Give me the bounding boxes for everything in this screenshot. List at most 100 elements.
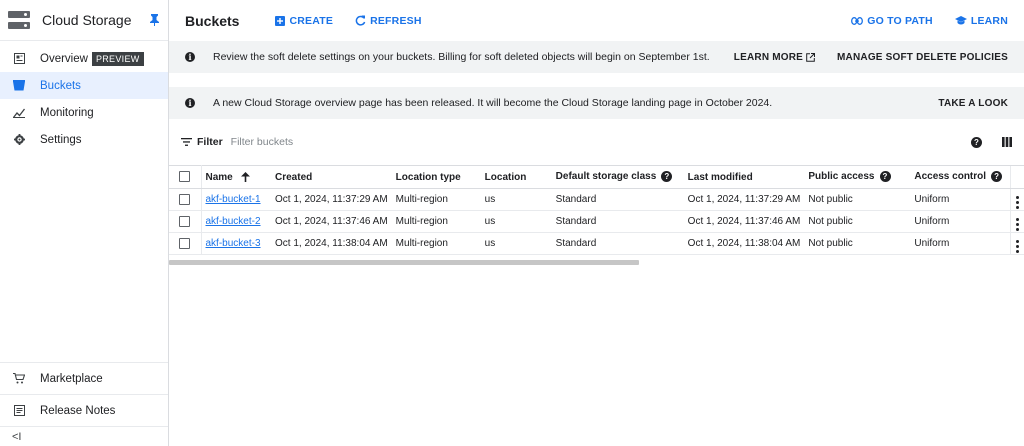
refresh-button[interactable]: REFRESH (355, 15, 422, 27)
app-window: Cloud Storage Overview PREVIEW Buckets M… (0, 0, 1024, 446)
take-a-look-button[interactable]: TAKE A LOOK (938, 98, 1008, 109)
bucket-name-link[interactable]: akf-bucket-3 (206, 238, 261, 249)
column-last-modified[interactable]: Last modified (683, 165, 805, 189)
more-vert-icon (1015, 195, 1019, 209)
sidebar-item-monitoring[interactable]: Monitoring (0, 99, 168, 126)
info-icon: i (185, 98, 195, 108)
row-actions-button[interactable] (1009, 232, 1024, 255)
sidebar-item-label: Marketplace (40, 372, 103, 385)
info-icon: i (185, 52, 195, 62)
collapse-icon: <I (12, 430, 22, 443)
page-title: Buckets (185, 12, 240, 29)
go-to-path-button[interactable]: GO TO PATH (851, 15, 933, 27)
cell-storage-class: Standard (551, 188, 684, 211)
column-display-icon[interactable] (1002, 137, 1012, 147)
row-checkbox[interactable] (179, 237, 190, 249)
help-icon[interactable]: ? (661, 171, 673, 183)
pin-icon[interactable] (148, 13, 160, 27)
column-access-control[interactable]: Access control? (910, 165, 1010, 189)
row-checkbox[interactable] (179, 193, 190, 205)
cell-location-type: Multi-region (391, 232, 481, 255)
bucket-name-link[interactable]: akf-bucket-2 (206, 216, 261, 227)
cell-public-access: Not public (804, 188, 911, 211)
release-notes-icon (12, 404, 26, 418)
sidebar-item-release-notes[interactable]: Release Notes (0, 394, 168, 426)
create-label: CREATE (289, 14, 334, 27)
top-bar: Buckets CREATE REFRESH GO TO PATH LEARN (169, 0, 1024, 41)
gear-icon (12, 133, 26, 147)
help-icon[interactable]: ? (879, 171, 891, 183)
cell-created: Oct 1, 2024, 11:37:46 AM (271, 210, 392, 233)
cell-location-type: Multi-region (391, 188, 481, 211)
preview-badge: PREVIEW (91, 51, 144, 66)
table-row: akf-bucket-2 Oct 1, 2024, 11:37:46 AM Mu… (169, 210, 1024, 233)
cell-location: us (480, 232, 552, 255)
cell-access-control: Uniform (910, 232, 1010, 255)
cell-location: us (480, 188, 552, 211)
cell-last-modified: Oct 1, 2024, 11:37:29 AM (683, 188, 805, 211)
select-all-checkbox[interactable] (179, 171, 190, 183)
create-button[interactable]: CREATE (275, 15, 333, 27)
sidebar-bottom: Marketplace Release Notes <I (0, 362, 168, 446)
banner-message: A new Cloud Storage overview page has be… (213, 97, 773, 109)
sidebar-item-settings[interactable]: Settings (0, 126, 168, 153)
sidebar-item-buckets[interactable]: Buckets (0, 72, 168, 99)
table-row: akf-bucket-3 Oct 1, 2024, 11:38:04 AM Mu… (169, 232, 1024, 255)
filter-button[interactable]: Filter (181, 136, 223, 148)
column-location[interactable]: Location (480, 165, 552, 189)
soft-delete-banner: i Review the soft delete settings on you… (169, 41, 1024, 73)
sidebar-item-label: Settings (40, 133, 82, 146)
bucket-icon (12, 79, 26, 93)
monitoring-icon (12, 106, 26, 120)
product-title: Cloud Storage (42, 12, 132, 28)
cart-icon (12, 372, 26, 386)
sidebar-item-label: Monitoring (40, 106, 94, 119)
table-tools: ? (971, 136, 1012, 148)
learn-button[interactable]: LEARN (954, 14, 1008, 27)
column-public-access[interactable]: Public access? (804, 165, 911, 189)
horizontal-scrollbar[interactable] (169, 260, 639, 265)
cell-created: Oct 1, 2024, 11:38:04 AM (271, 232, 392, 255)
sort-ascending-icon (240, 171, 250, 182)
filter-label: Filter (197, 136, 223, 148)
refresh-icon (355, 15, 366, 26)
row-actions-button[interactable] (1009, 210, 1024, 233)
column-name[interactable]: Name (201, 165, 271, 189)
sidebar-nav: Overview PREVIEW Buckets Monitoring Sett… (0, 41, 168, 153)
cloud-storage-icon (8, 11, 30, 29)
cell-public-access: Not public (804, 210, 911, 233)
cell-created: Oct 1, 2024, 11:37:29 AM (271, 188, 392, 211)
buckets-table: Name Created Location type Location Defa… (169, 165, 1024, 255)
learn-more-link[interactable]: LEARN MORE (733, 51, 816, 63)
sidebar-header: Cloud Storage (0, 0, 168, 41)
learn-more-label: LEARN MORE (733, 51, 804, 63)
go-to-path-label: GO TO PATH (867, 14, 933, 27)
column-created[interactable]: Created (271, 165, 392, 189)
cell-storage-class: Standard (551, 232, 684, 255)
cell-storage-class: Standard (551, 210, 684, 233)
cell-last-modified: Oct 1, 2024, 11:38:04 AM (683, 232, 805, 255)
sidebar-item-overview[interactable]: Overview PREVIEW (0, 45, 168, 72)
row-checkbox[interactable] (179, 215, 190, 227)
filter-icon (181, 138, 192, 146)
overview-page-banner: i A new Cloud Storage overview page has … (169, 87, 1024, 119)
help-icon[interactable]: ? (991, 171, 1003, 183)
table-header-row: Name Created Location type Location Defa… (169, 165, 1024, 189)
column-location-type[interactable]: Location type (391, 165, 481, 189)
learn-label: LEARN (970, 14, 1008, 27)
column-default-storage-class[interactable]: Default storage class? (551, 165, 684, 189)
sidebar-item-label: Release Notes (40, 404, 116, 417)
banner-message: Review the soft delete settings on your … (213, 51, 710, 63)
filter-buckets-input[interactable] (230, 136, 431, 148)
bucket-name-link[interactable]: akf-bucket-1 (206, 194, 261, 205)
sidebar-item-marketplace[interactable]: Marketplace (0, 362, 168, 394)
cell-access-control: Uniform (910, 188, 1010, 211)
help-icon[interactable]: ? (971, 136, 982, 148)
sidebar-item-label: Overview (40, 52, 88, 65)
more-vert-icon (1015, 239, 1019, 253)
manage-soft-delete-policies-button[interactable]: MANAGE SOFT DELETE POLICIES (837, 52, 1008, 63)
cell-location: us (480, 210, 552, 233)
row-actions-button[interactable] (1009, 188, 1024, 211)
cell-last-modified: Oct 1, 2024, 11:37:46 AM (683, 210, 805, 233)
collapse-sidebar-button[interactable]: <I (0, 426, 168, 446)
